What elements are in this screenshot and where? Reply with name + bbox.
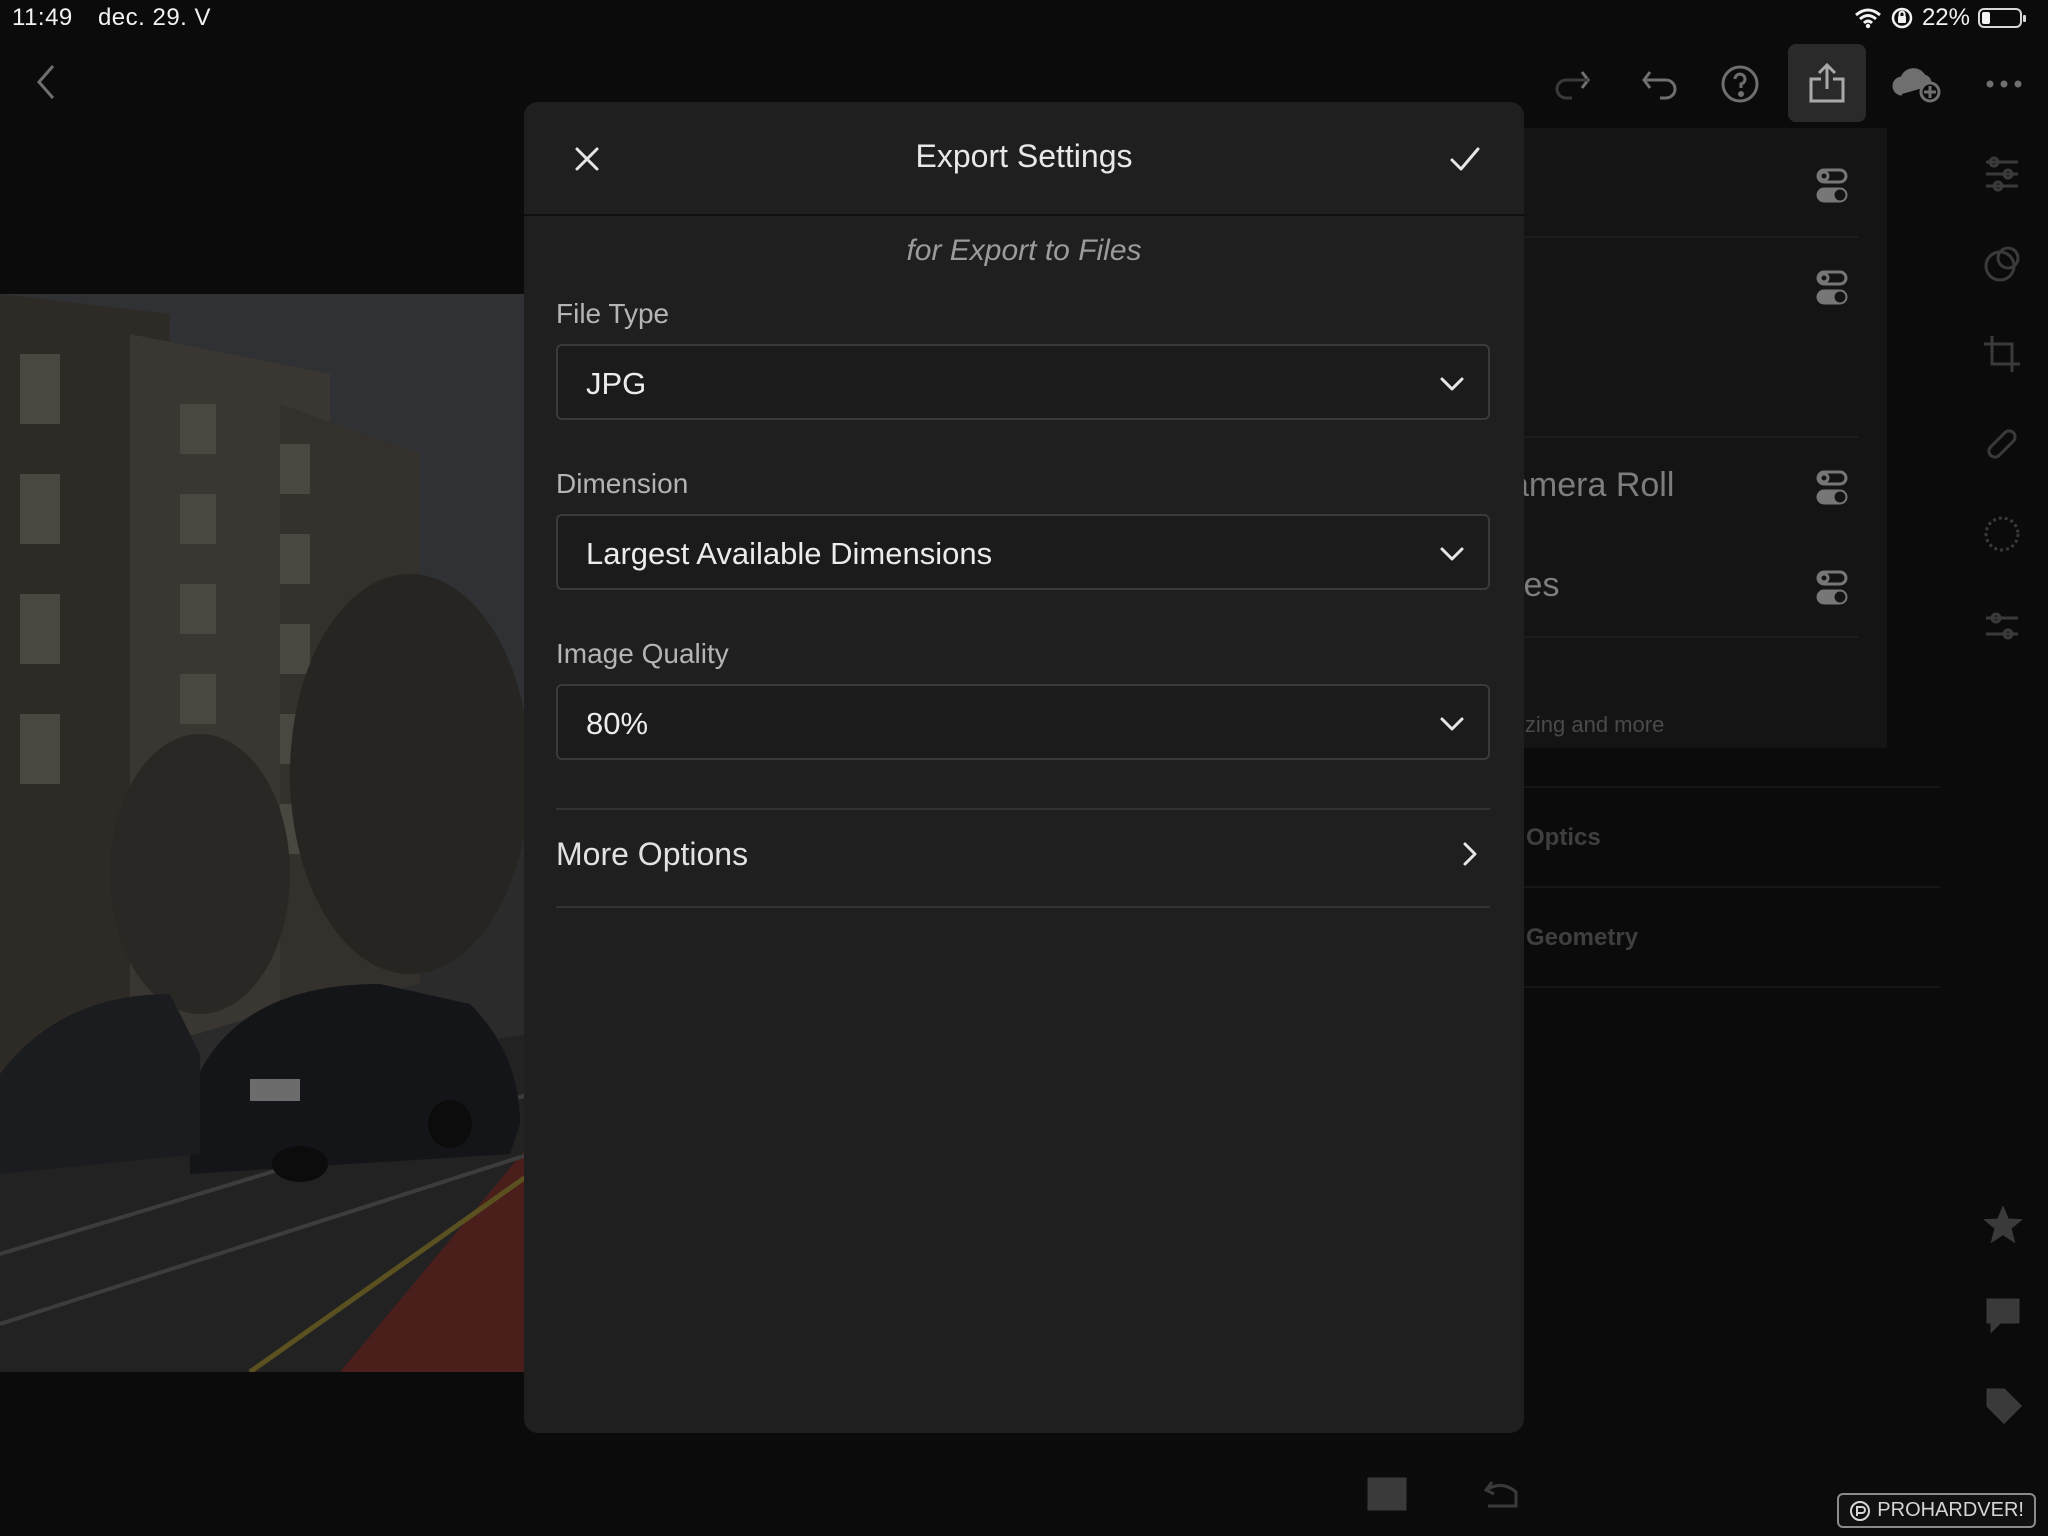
toggle-icon[interactable] — [1816, 470, 1848, 506]
file-type-value: JPG — [586, 366, 647, 401]
chevron-down-icon — [1440, 717, 1464, 731]
back-icon — [37, 65, 55, 99]
dimension-label: Dimension — [556, 468, 689, 499]
status-bar-right: 22% — [1854, 4, 2026, 32]
dialog-header: Export Settings — [524, 102, 1524, 216]
file-type-label: File Type — [556, 298, 670, 329]
dialog-title: Export Settings — [915, 138, 1133, 174]
optics-section[interactable]: Optics — [1526, 824, 1601, 852]
cloud-add-button[interactable] — [1884, 52, 1948, 116]
battery-percent: 22% — [1921, 4, 1970, 31]
chevron-right-icon — [1463, 842, 1477, 866]
status-bar-left: 11:49 dec. 29. V — [12, 4, 229, 32]
toggle-icon[interactable] — [1816, 270, 1848, 306]
status-time: 11:49 — [12, 4, 73, 31]
export-settings-dialog: Export Settings for Export to Files File… — [524, 102, 1524, 1433]
toggle-icon[interactable] — [1816, 570, 1848, 606]
chevron-down-icon — [1440, 547, 1464, 561]
camera-roll-label: amera Roll — [1510, 466, 1675, 504]
compare-icon[interactable] — [1366, 1476, 1408, 1517]
share-button[interactable] — [1788, 44, 1866, 122]
dialog-subtitle: for Export to Files — [906, 234, 1142, 267]
more-options-label: More Options — [556, 836, 749, 872]
dimension-value: Largest Available Dimensions — [586, 536, 993, 571]
tag-icon[interactable] — [1984, 1386, 2023, 1429]
help-icon — [1721, 65, 1759, 103]
presets-icon[interactable] — [1982, 606, 2022, 651]
toggle-icon[interactable] — [1816, 168, 1848, 204]
masking-icon[interactable] — [1982, 244, 2022, 289]
healing-icon[interactable] — [1982, 424, 2022, 469]
wifi-icon — [1854, 8, 1881, 29]
image-quality-label: Image Quality — [556, 638, 729, 669]
checkmark-icon — [1450, 147, 1480, 171]
photo-canvas — [0, 294, 530, 1372]
watermark-text: PROHARDVER! — [1877, 1499, 2024, 1521]
selective-icon[interactable] — [1982, 514, 2022, 559]
edit-sliders-icon[interactable] — [1982, 156, 2022, 197]
dimension-select[interactable]: Largest Available Dimensions — [556, 514, 1490, 590]
section-divider — [556, 906, 1490, 908]
comment-icon[interactable] — [1984, 1296, 2022, 1339]
more-options-row[interactable]: More Options — [556, 808, 1490, 904]
reset-icon[interactable] — [1482, 1478, 1522, 1515]
watermark: PROHARDVER! — [1837, 1493, 2036, 1528]
redo-button[interactable] — [1540, 52, 1604, 116]
confirm-button[interactable] — [1442, 136, 1488, 182]
geometry-section[interactable]: Geometry — [1526, 924, 1638, 952]
more-icon — [1986, 80, 2022, 88]
image-quality-value: 80% — [586, 706, 649, 741]
back-button[interactable] — [14, 50, 78, 114]
rotation-lock-icon — [1891, 7, 1913, 29]
undo-button[interactable] — [1628, 52, 1692, 116]
file-type-select[interactable]: JPG — [556, 344, 1490, 420]
battery-icon — [1978, 8, 2026, 28]
help-button[interactable] — [1708, 52, 1772, 116]
image-quality-select[interactable]: 80% — [556, 684, 1490, 760]
export-footer-text: izing and more — [1520, 712, 1665, 737]
cloud-add-icon — [1892, 68, 1941, 103]
share-icon — [1809, 62, 1845, 103]
chevron-down-icon — [1440, 377, 1464, 391]
watermark-logo-icon — [1850, 1500, 1871, 1521]
more-button[interactable] — [1972, 52, 2036, 116]
status-date: dec. 29. V — [97, 4, 212, 31]
star-icon[interactable] — [1983, 1205, 2023, 1249]
crop-icon[interactable] — [1982, 334, 2022, 379]
undo-icon — [1642, 71, 1677, 100]
redo-icon — [1555, 71, 1590, 100]
